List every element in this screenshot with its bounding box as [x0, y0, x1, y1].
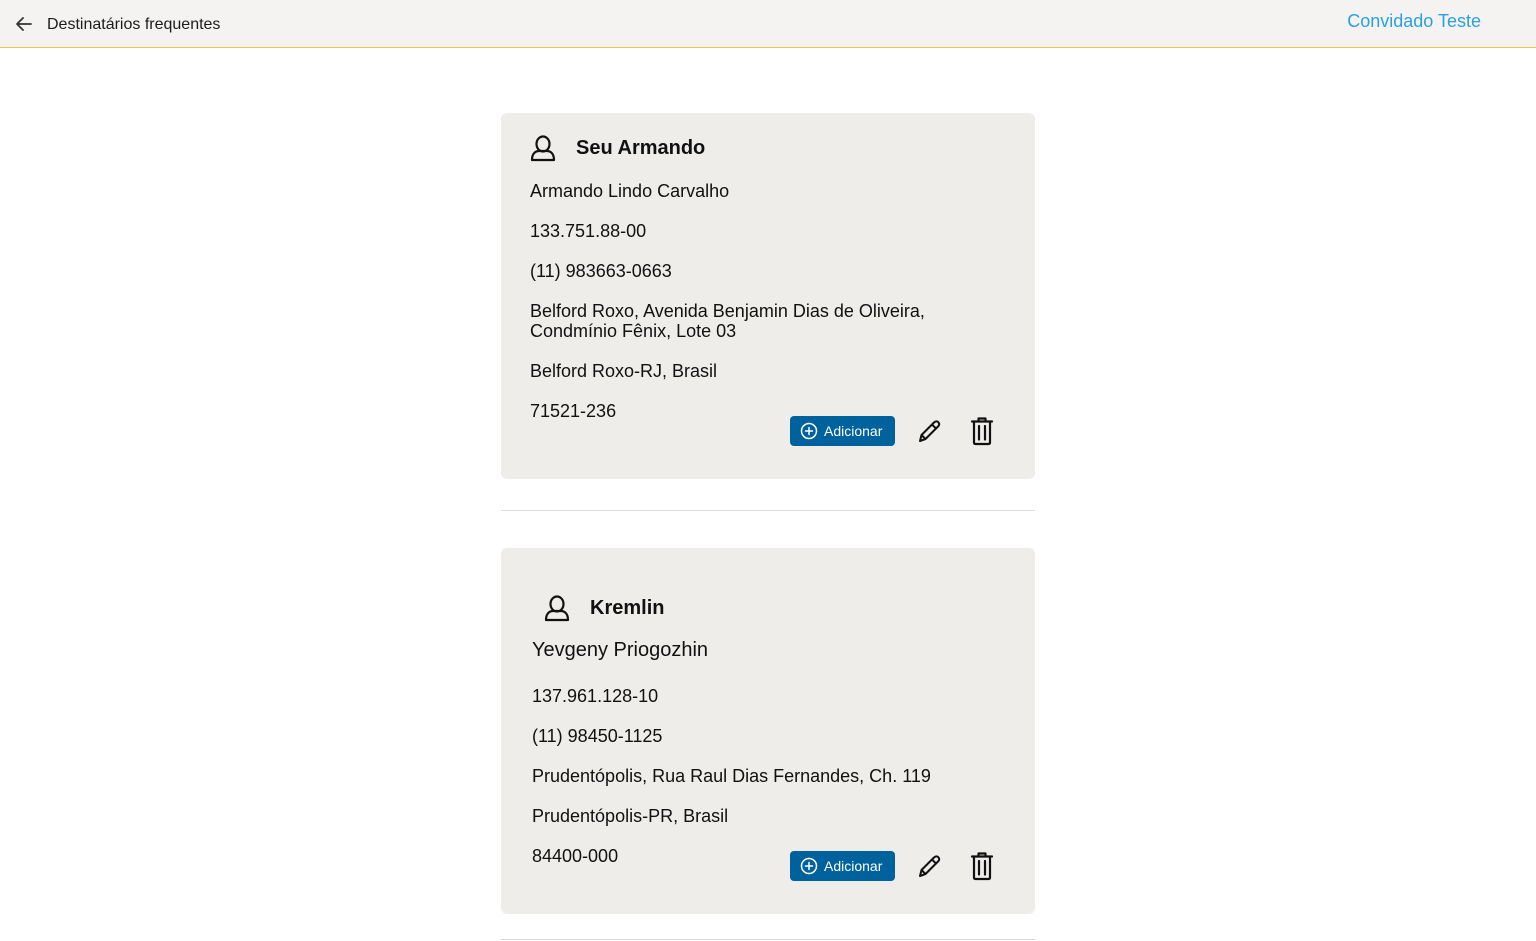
card-divider	[501, 510, 1035, 511]
recipient-phone: (11) 983663-0663	[530, 261, 672, 281]
add-button-label: Adicionar	[824, 858, 883, 874]
pencil-icon	[919, 855, 941, 877]
arrow-left-icon	[16, 17, 32, 31]
recipient-header: Seu Armando	[529, 134, 705, 162]
card-divider	[501, 939, 1035, 940]
card-actions: Adicionar	[790, 415, 996, 447]
page-title: Destinatários frequentes	[47, 16, 221, 33]
recipient-city: Belford Roxo-RJ, Brasil	[530, 361, 718, 381]
edit-button[interactable]	[915, 850, 943, 882]
recipient-nickname: Kremlin	[590, 596, 665, 619]
plus-circle-icon	[800, 422, 818, 440]
delete-button[interactable]	[968, 850, 996, 882]
delete-button[interactable]	[968, 415, 996, 447]
recipient-address-line2: Condmínio Fênix, Lote 03	[530, 321, 737, 341]
recipient-full-name: Yevgeny Priogozhin	[532, 639, 709, 661]
recipient-header: Kremlin	[543, 594, 664, 622]
recipient-nickname: Seu Armando	[576, 136, 706, 159]
edit-button[interactable]	[915, 415, 943, 447]
pencil-icon	[919, 420, 941, 442]
back-button[interactable]	[12, 12, 36, 36]
user-name-link[interactable]: Convidado Teste	[1347, 11, 1481, 32]
recipient-address-line1: Prudentópolis, Rua Raul Dias Fernandes, …	[532, 766, 931, 786]
add-button[interactable]: Adicionar	[790, 416, 895, 446]
card-actions: Adicionar	[790, 850, 996, 882]
trash-icon	[970, 852, 994, 881]
recipient-phone: (11) 98450-1125	[532, 726, 663, 746]
top-app-bar: Destinatários frequentes Convidado Teste	[0, 0, 1536, 48]
trash-icon	[970, 417, 994, 446]
recipient-card: Seu Armando Armando Lindo Carvalho 133.7…	[501, 113, 1035, 479]
add-button[interactable]: Adicionar	[790, 851, 895, 881]
person-icon	[529, 134, 557, 162]
recipient-full-name: Armando Lindo Carvalho	[530, 181, 730, 201]
recipient-cep: 84400-000	[532, 846, 619, 866]
recipient-document: 137.961.128-10	[532, 686, 659, 706]
person-icon	[543, 594, 571, 622]
recipient-cep: 71521-236	[530, 401, 617, 421]
add-button-label: Adicionar	[824, 423, 883, 439]
recipient-city: Prudentópolis-PR, Brasil	[532, 806, 729, 826]
plus-circle-icon	[800, 857, 818, 875]
recipient-document: 133.751.88-00	[530, 221, 647, 241]
recipient-card: Kremlin Yevgeny Priogozhin 137.961.128-1…	[501, 548, 1035, 914]
recipient-address-line1: Belford Roxo, Avenida Benjamin Dias de O…	[530, 301, 925, 321]
